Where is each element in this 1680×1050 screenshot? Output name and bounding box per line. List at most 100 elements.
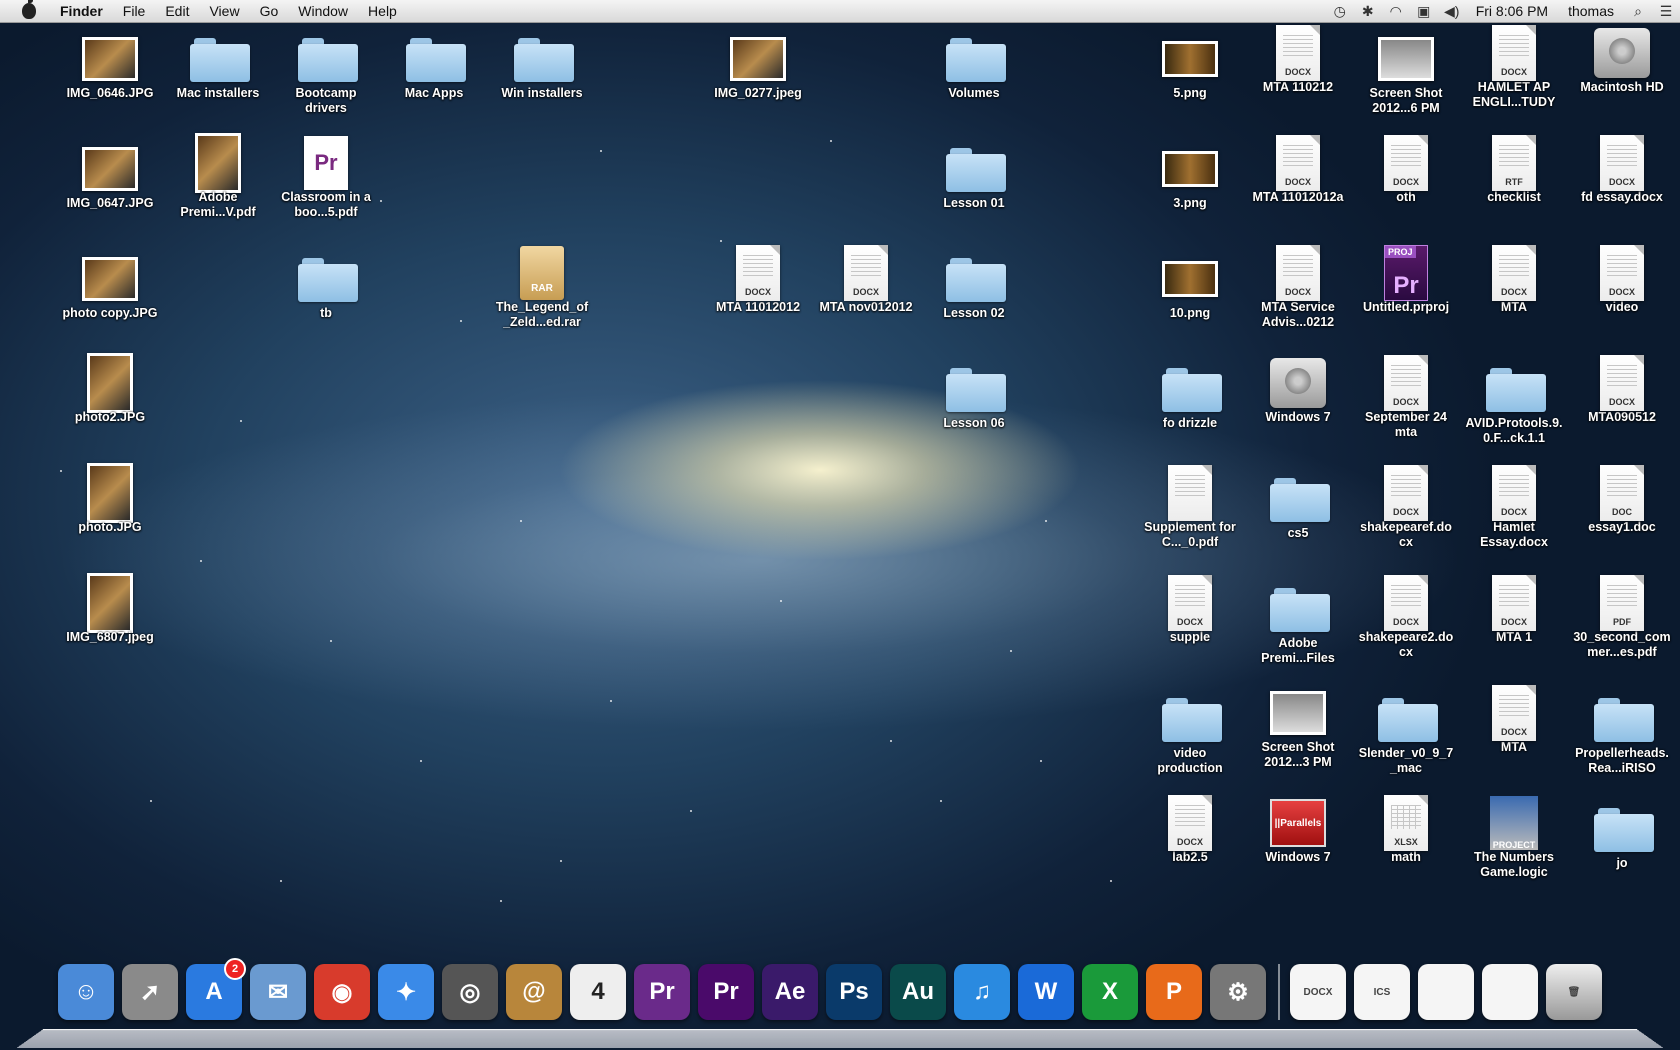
premiere-icon[interactable]: Pr bbox=[634, 964, 690, 1020]
premiere-cs6-icon[interactable]: Pr bbox=[698, 964, 754, 1020]
word-doc-stack-icon[interactable] bbox=[1418, 964, 1474, 1020]
user-menu[interactable]: thomas bbox=[1558, 3, 1624, 19]
desktop-icon[interactable]: photo.JPG bbox=[60, 463, 160, 535]
apple-menu-icon[interactable] bbox=[22, 0, 36, 19]
menu-window[interactable]: Window bbox=[288, 0, 358, 22]
trash-icon[interactable]: 🗑 bbox=[1546, 964, 1602, 1020]
desktop-icon[interactable]: DOCX lab2.5 bbox=[1140, 795, 1240, 865]
desktop-icon[interactable]: RAR The_Legend_of_Zeld...ed.rar bbox=[492, 246, 592, 330]
chrome-icon[interactable]: ◉ bbox=[314, 964, 370, 1020]
desktop-icon[interactable]: DOC essay1.doc bbox=[1572, 465, 1672, 535]
desktop-icon[interactable]: Lesson 02 bbox=[924, 256, 1024, 321]
desktop-icon[interactable]: IMG_0646.JPG bbox=[60, 36, 160, 101]
desktop-icon[interactable]: video production bbox=[1140, 696, 1240, 776]
desktop-icon[interactable]: Adobe Premi...Files bbox=[1248, 586, 1348, 666]
photoshop-icon[interactable]: Ps bbox=[826, 964, 882, 1020]
desktop-icon[interactable]: Lesson 06 bbox=[924, 366, 1024, 431]
desktop-icon[interactable]: XLSX math bbox=[1356, 795, 1456, 865]
desktop-icon[interactable]: Slender_v0_9_7_mac bbox=[1356, 696, 1456, 776]
calendar-icon[interactable]: 4 bbox=[570, 964, 626, 1020]
desktop-icon[interactable]: ||Parallels Windows 7 bbox=[1248, 799, 1348, 865]
desktop-icon[interactable]: Volumes bbox=[924, 36, 1024, 101]
desktop-icon[interactable]: 5.png bbox=[1140, 36, 1240, 101]
word-icon[interactable]: W bbox=[1018, 964, 1074, 1020]
chrome-doc-stack-icon[interactable] bbox=[1482, 964, 1538, 1020]
wifi-icon[interactable]: ◠ bbox=[1385, 0, 1407, 22]
desktop-icon[interactable]: DOCX MTA090512 bbox=[1572, 355, 1672, 425]
desktop-icon[interactable]: photo copy.JPG bbox=[60, 256, 160, 321]
desktop-icon[interactable]: DOCX MTA 11012012a bbox=[1248, 135, 1348, 205]
finder-icon[interactable]: ☺ bbox=[58, 964, 114, 1020]
desktop-icon[interactable]: Bootcamp drivers bbox=[276, 36, 376, 116]
desktop-icon[interactable]: DOCX MTA 110212 bbox=[1248, 25, 1348, 95]
spotlight-search-icon[interactable]: ⌕ bbox=[1627, 0, 1649, 22]
itunes-icon[interactable]: ♫ bbox=[954, 964, 1010, 1020]
time-machine-icon[interactable]: ◷ bbox=[1329, 0, 1351, 22]
powerpoint-icon[interactable]: P bbox=[1146, 964, 1202, 1020]
desktop-icon[interactable]: AVID.Protools.9.0.F...ck.1.1 bbox=[1464, 366, 1564, 446]
desktop-icon[interactable]: Propellerheads.Rea...iRISO bbox=[1572, 696, 1672, 776]
desktop-icon[interactable]: 10.png bbox=[1140, 256, 1240, 321]
desktop-icon[interactable]: DOCX video bbox=[1572, 245, 1672, 315]
audition-icon[interactable]: Au bbox=[890, 964, 946, 1020]
desktop-icon[interactable]: Supplement for C..._0.pdf bbox=[1140, 465, 1240, 550]
desktop-icon[interactable]: DOCX September 24 mta bbox=[1356, 355, 1456, 440]
desktop-icon[interactable]: IMG_0647.JPG bbox=[60, 146, 160, 211]
desktop-icon[interactable]: Macintosh HD bbox=[1572, 28, 1672, 95]
app-store-icon[interactable]: A2 bbox=[186, 958, 246, 1020]
mail-icon[interactable]: ✉ bbox=[250, 964, 306, 1020]
desktop-icon[interactable]: IMG_0277.jpeg bbox=[708, 36, 808, 101]
display-icon[interactable]: ▣ bbox=[1413, 0, 1435, 22]
ics-stack-icon[interactable]: ICS bbox=[1354, 964, 1410, 1020]
desktop-icon[interactable]: DOCX MTA bbox=[1464, 685, 1564, 755]
facetime-icon[interactable]: ◎ bbox=[442, 964, 498, 1020]
desktop-icon[interactable]: jo bbox=[1572, 806, 1672, 871]
docx-stack-icon[interactable]: DOCX bbox=[1290, 964, 1346, 1020]
safari-icon[interactable]: ✦ bbox=[378, 964, 434, 1020]
desktop-icon[interactable]: Windows 7 bbox=[1248, 358, 1348, 425]
excel-icon[interactable]: X bbox=[1082, 964, 1138, 1020]
desktop-icon[interactable]: DOCX supple bbox=[1140, 575, 1240, 645]
desktop-icon[interactable]: DOCX HAMLET AP ENGLI...TUDY bbox=[1464, 25, 1564, 110]
menu-clock[interactable]: Fri 8:06 PM bbox=[1466, 3, 1558, 19]
menu-file[interactable]: File bbox=[113, 0, 156, 22]
desktop-icon[interactable]: Pr Classroom in a boo...5.pdf bbox=[276, 136, 376, 220]
desktop-icon[interactable]: DOCX Hamlet Essay.docx bbox=[1464, 465, 1564, 550]
menu-go[interactable]: Go bbox=[250, 0, 289, 22]
desktop-icon[interactable]: 3.png bbox=[1140, 146, 1240, 211]
desktop-icon[interactable]: DOCX oth bbox=[1356, 135, 1456, 205]
desktop-icon[interactable]: DOCX MTA 1 bbox=[1464, 575, 1564, 645]
desktop-icon[interactable]: PROJECT The Numbers Game.logic bbox=[1464, 796, 1564, 880]
notification-center-icon[interactable]: ☰ bbox=[1655, 0, 1677, 22]
desktop-icon[interactable]: Mac installers bbox=[168, 36, 268, 101]
desktop-icon[interactable]: DOCX MTA 11012012 bbox=[708, 245, 808, 315]
menu-finder[interactable]: Finder bbox=[50, 0, 113, 22]
desktop-icon[interactable]: DOCX MTA bbox=[1464, 245, 1564, 315]
bluetooth-icon[interactable]: ✱ bbox=[1357, 0, 1379, 22]
address-book-icon[interactable]: @ bbox=[506, 964, 562, 1020]
desktop-icon[interactable]: IMG_6807.jpeg bbox=[60, 573, 160, 645]
volume-icon[interactable]: ◀) bbox=[1441, 0, 1463, 22]
desktop-icon[interactable]: Mac Apps bbox=[384, 36, 484, 101]
desktop-icon[interactable]: DOCX shakepeare2.docx bbox=[1356, 575, 1456, 660]
desktop-icon[interactable]: RTF checklist bbox=[1464, 135, 1564, 205]
system-preferences-icon[interactable]: ⚙ bbox=[1210, 964, 1266, 1020]
after-effects-icon[interactable]: Ae bbox=[762, 964, 818, 1020]
desktop-icon[interactable]: DOCX MTA nov012012 bbox=[816, 245, 916, 315]
desktop-icon[interactable]: photo2.JPG bbox=[60, 353, 160, 425]
desktop-icon[interactable]: DOCX MTA Service Advis...0212 bbox=[1248, 245, 1348, 330]
desktop-icon[interactable]: fo drizzle bbox=[1140, 366, 1240, 431]
desktop-icon[interactable]: PROJ Pr Untitled.prproj bbox=[1356, 245, 1456, 315]
desktop-icon[interactable]: Adobe Premi...V.pdf bbox=[168, 133, 268, 220]
menu-view[interactable]: View bbox=[199, 0, 249, 22]
desktop-icon[interactable]: DOCX shakepearef.docx bbox=[1356, 465, 1456, 550]
desktop-icon[interactable]: Screen Shot 2012...3 PM bbox=[1248, 690, 1348, 770]
desktop-icon[interactable]: DOCX fd essay.docx bbox=[1572, 135, 1672, 205]
desktop-icon[interactable]: Win installers bbox=[492, 36, 592, 101]
desktop-icon[interactable]: tb bbox=[276, 256, 376, 321]
menu-help[interactable]: Help bbox=[358, 0, 407, 22]
desktop-icon[interactable]: Lesson 01 bbox=[924, 146, 1024, 211]
desktop-icon[interactable]: cs5 bbox=[1248, 476, 1348, 541]
desktop-icon[interactable]: Screen Shot 2012...6 PM bbox=[1356, 36, 1456, 116]
menu-edit[interactable]: Edit bbox=[155, 0, 199, 22]
